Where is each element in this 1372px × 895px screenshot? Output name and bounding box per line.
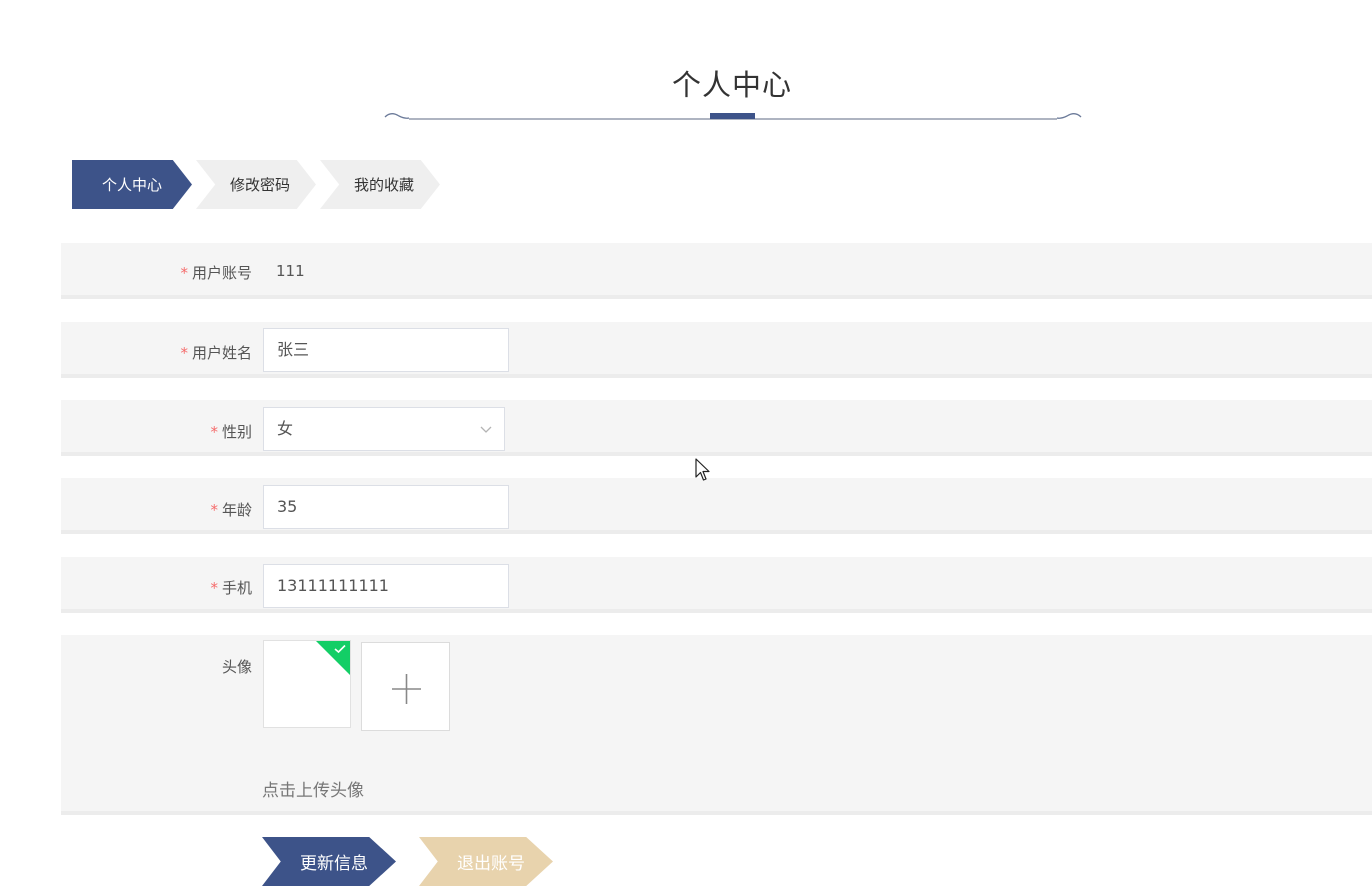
gender-label: * 性别 (210, 421, 252, 442)
gender-select[interactable]: 女 (263, 407, 505, 451)
update-info-button[interactable]: 更新信息 (262, 837, 396, 886)
page-title: 个人中心 (671, 68, 792, 102)
avatar-preview[interactable] (263, 640, 351, 728)
gender-label-text: 性别 (221, 423, 252, 441)
required-mark: * (180, 344, 188, 362)
name-input[interactable]: 张三 (263, 328, 509, 372)
logout-button[interactable]: 退出账号 (419, 837, 553, 886)
required-mark: * (210, 423, 218, 441)
phone-label-text: 手机 (221, 579, 252, 597)
age-label: * 年龄 (210, 499, 252, 520)
age-input[interactable]: 35 (263, 485, 509, 529)
check-icon (334, 644, 346, 654)
form-row-name: * 用户姓名 张三 (61, 322, 1372, 378)
phone-input[interactable]: 13111111111 (263, 564, 509, 608)
required-mark: * (180, 264, 188, 282)
required-mark: * (210, 501, 218, 519)
required-mark: * (210, 579, 218, 597)
account-label: * 用户账号 (180, 262, 252, 283)
account-value: 111 (276, 262, 305, 280)
name-label: * 用户姓名 (180, 342, 252, 363)
tab-change-password[interactable]: 修改密码 (196, 160, 316, 209)
age-label-text: 年龄 (221, 501, 252, 519)
avatar-upload-button[interactable] (361, 642, 450, 731)
title-divider-ornament (384, 113, 1082, 120)
tab-profile[interactable]: 个人中心 (72, 160, 192, 209)
avatar-upload-hint: 点击上传头像 (262, 781, 364, 801)
phone-label: * 手机 (210, 577, 252, 598)
form-row-gender: * 性别 女 (61, 400, 1372, 456)
form-row-phone: * 手机 13111111111 (61, 557, 1372, 613)
avatar-label: 头像 (221, 658, 252, 676)
account-label-text: 用户账号 (191, 264, 252, 282)
gender-select-value: 女 (277, 419, 294, 438)
name-label-text: 用户姓名 (191, 344, 252, 362)
form-row-account: * 用户账号 111 (61, 243, 1372, 299)
plus-icon (392, 674, 421, 704)
form-row-avatar: 头像 点击上传头像 (61, 635, 1372, 815)
form-row-age: * 年龄 35 (61, 478, 1372, 534)
chevron-down-icon (480, 426, 492, 433)
tab-favorites[interactable]: 我的收藏 (320, 160, 440, 209)
mouse-cursor-icon (695, 458, 710, 481)
